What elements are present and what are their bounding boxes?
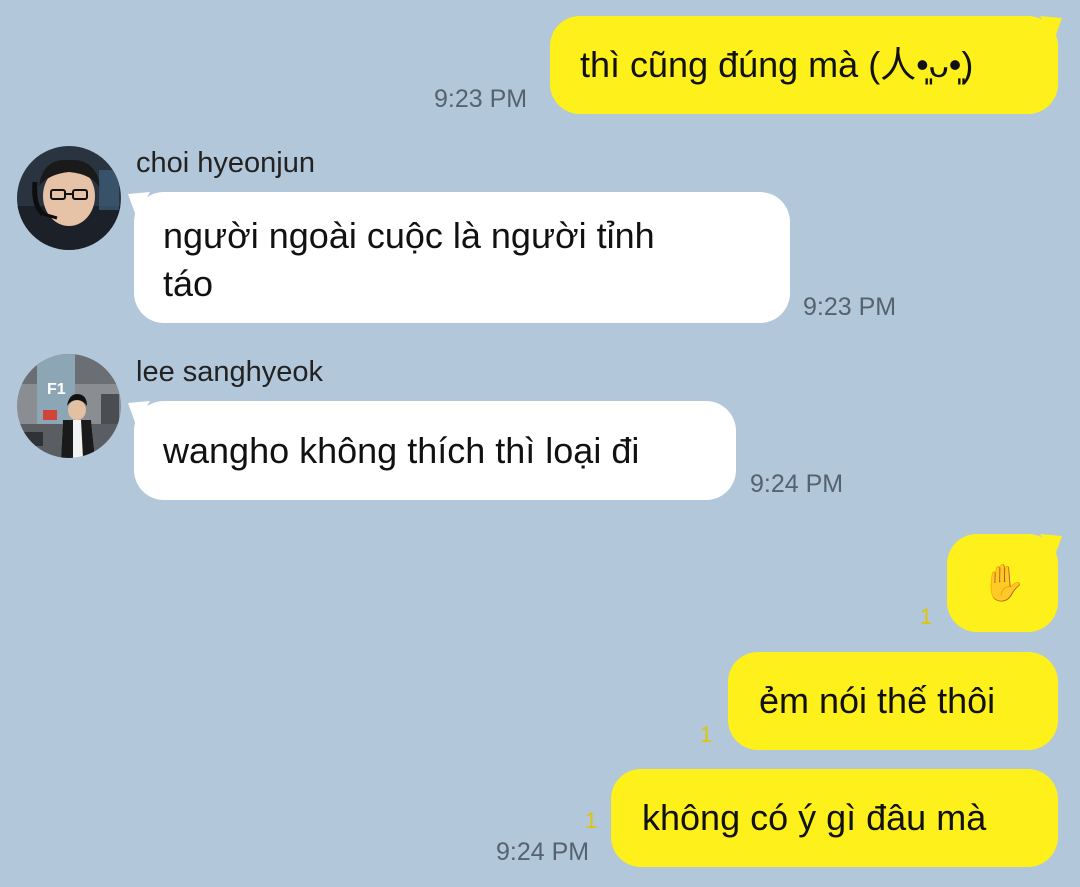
- unread-count: 1: [920, 604, 933, 629]
- message-time: 9:23 PM: [434, 85, 528, 113]
- sender-name: lee sanghyeok: [136, 356, 324, 388]
- message-text: thì cũng đúng mà (人•͈ᴗ•͈): [580, 44, 974, 85]
- message-text: wangho không thích thì loại đi: [163, 430, 640, 471]
- bubble-tail: [128, 192, 150, 216]
- message-time: 9:24 PM: [750, 470, 844, 498]
- message-text: không có ý gì đâu mà: [642, 797, 987, 838]
- message-text-line1: người ngoài cuộc là người tỉnh: [163, 215, 655, 256]
- avatar-lee-sanghyeok[interactable]: F1: [17, 354, 121, 458]
- avatar-badge-text: F1: [47, 381, 66, 398]
- message-time: 9:24 PM: [496, 838, 590, 866]
- raised-hand-icon: ✋: [981, 562, 1026, 603]
- bubble-tail: [1040, 16, 1062, 40]
- message-bubble-mine[interactable]: thì cũng đúng mà (人•͈ᴗ•͈): [550, 16, 1058, 114]
- message-bubble-theirs[interactable]: người ngoài cuộc là người tỉnh táo: [134, 192, 790, 323]
- avatar-choi-hyeonjun[interactable]: [17, 146, 121, 250]
- bubble-tail: [1040, 534, 1062, 558]
- message-bubble-theirs[interactable]: wangho không thích thì loại đi: [134, 401, 736, 500]
- sender-name: choi hyeonjun: [136, 147, 315, 179]
- bubble-tail: [128, 401, 150, 425]
- message-text: ẻm nói thế thôi: [759, 680, 996, 721]
- message-bubble-mine[interactable]: ẻm nói thế thôi: [728, 652, 1058, 750]
- unread-count: 1: [700, 722, 713, 747]
- message-time: 9:23 PM: [803, 293, 897, 321]
- unread-count: 1: [585, 808, 598, 833]
- message-bubble-mine[interactable]: không có ý gì đâu mà: [611, 769, 1058, 867]
- message-text-line2: táo: [163, 263, 214, 304]
